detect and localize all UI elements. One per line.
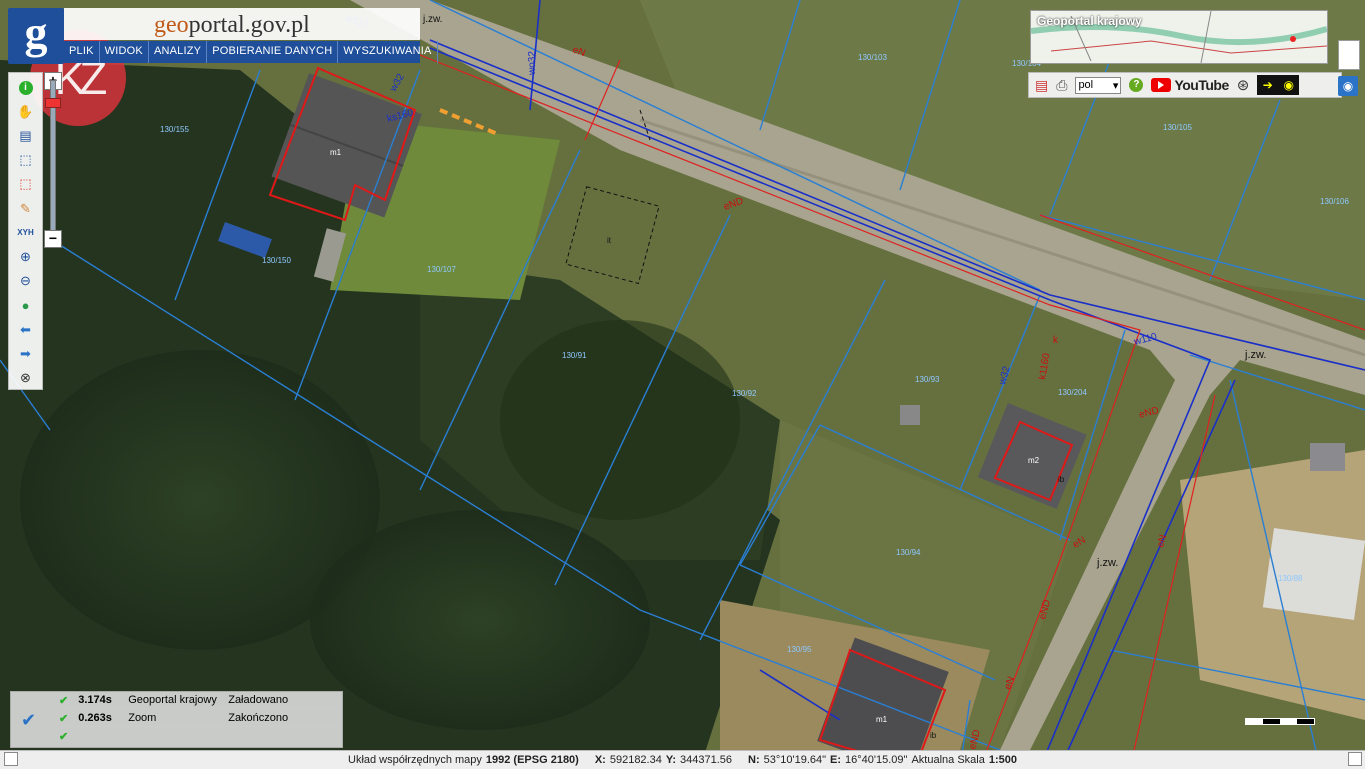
crs-label: Układ współrzędnych mapy: [348, 754, 482, 766]
y-label: Y:: [665, 754, 677, 766]
menu-wyszukiwania[interactable]: WYSZUKIWANIA: [338, 41, 438, 63]
e-value: 16°40'15.09": [845, 754, 908, 766]
zoom-out-icon[interactable]: ⊖: [14, 270, 38, 292]
back-arrow-icon[interactable]: ⬅: [14, 318, 38, 340]
parcel-number: 130/204: [1058, 388, 1087, 397]
x-label: X:: [594, 754, 606, 766]
e-label: E:: [830, 754, 842, 766]
document-icon[interactable]: ▤: [1035, 77, 1048, 94]
map-label-jzw: j.zw.: [1096, 557, 1118, 569]
zoom-minus-button[interactable]: −: [44, 230, 62, 248]
language-select[interactable]: pol ▾: [1075, 76, 1122, 94]
zoom-in-icon[interactable]: ⊕: [14, 246, 38, 268]
zoom-knob[interactable]: [45, 98, 61, 108]
map-label-ib: ib: [930, 731, 937, 740]
pan-hand-icon[interactable]: ✋: [14, 101, 38, 123]
main-menu: PLIK WIDOK ANALIZY POBIERANIE DANYCH WYS…: [64, 41, 438, 63]
parcel-number: 130/88: [1278, 574, 1303, 583]
menu-widok[interactable]: WIDOK: [100, 41, 149, 63]
top-right-tools: ▤ ⎙ pol ▾ ? YouTube ⊛ ➔ ◉: [1028, 72, 1342, 98]
legend-icon[interactable]: ▤: [14, 125, 38, 147]
globe-icon[interactable]: ●: [14, 294, 38, 316]
map-canvas[interactable]: j.zw. j.zw. j.zw. w110 w110 wo32 w32 w32…: [0, 0, 1365, 768]
status-row: ✔ 3.174s Geoportal krajowy Załadowano: [59, 692, 339, 709]
arrow-icon: ➔: [1262, 78, 1273, 92]
status-row: ✔: [59, 728, 339, 744]
status-row: ✔ 0.263s Zoom Zakończono: [59, 710, 339, 727]
collapse-left-button[interactable]: [4, 752, 18, 766]
scale-label: Aktualna Skala: [911, 754, 985, 766]
youtube-icon: [1151, 78, 1172, 92]
parcel-number: 130/105: [1163, 123, 1192, 132]
visibility-eye-button[interactable]: ◉: [1338, 76, 1358, 96]
map-label-jzw: j.zw.: [1244, 349, 1266, 361]
map-label-m2: m2: [1028, 456, 1040, 465]
zoom-slider[interactable]: + −: [44, 72, 62, 248]
parcel-number: 130/106: [1320, 197, 1349, 206]
n-label: N:: [748, 754, 760, 766]
map-label-ib: ib: [1058, 475, 1065, 484]
accessibility-icon[interactable]: ⊛: [1237, 76, 1250, 94]
select-area-icon[interactable]: ⬚: [14, 149, 38, 171]
map-label-jzw: j.zw.: [422, 14, 442, 25]
chevron-down-icon: ▾: [1112, 79, 1119, 92]
parcel-number: 130/95: [787, 645, 812, 654]
map-label-wo32: wo32: [527, 51, 538, 76]
parcel-number: 130/93: [915, 375, 940, 384]
map-label-m1: m1: [330, 148, 342, 157]
parcel-number: 130/94: [896, 548, 921, 557]
menu-analizy[interactable]: ANALIZY: [149, 41, 208, 63]
compass-icon[interactable]: ⊗: [14, 367, 38, 389]
menu-plik[interactable]: PLIK: [64, 41, 100, 63]
scale-value: 1:500: [988, 754, 1017, 766]
check-icon: ✔: [21, 710, 37, 730]
n-value: 53°10'19.64": [763, 754, 827, 766]
parcel-number: 130/91: [562, 351, 587, 360]
collapse-right-button[interactable]: [1348, 752, 1362, 766]
parcel-number: 130/103: [858, 53, 887, 62]
parcel-number: 130/107: [427, 265, 456, 274]
check-icon: ✔: [59, 712, 69, 725]
select-red-icon[interactable]: ⬚: [14, 173, 38, 195]
crs-value: 1992 (EPSG 2180): [485, 754, 579, 766]
brand-text: geoportal.gov.pl: [154, 12, 310, 38]
eye-icon: ◉: [1283, 78, 1294, 92]
y-value: 344371.56: [680, 754, 733, 766]
menu-pobieranie-danych[interactable]: POBIERANIE DANYCH: [207, 41, 339, 63]
coordinates-bar: Układ współrzędnych mapy 1992 (EPSG 2180…: [0, 750, 1365, 769]
parcel-number: 130/92: [732, 389, 757, 398]
left-toolbar: i ✋ ▤ ⬚ ⬚ ✎ XYH ⊕ ⊖ ● ⬅ ➡ ⊗: [8, 72, 43, 390]
youtube-link[interactable]: YouTube: [1151, 77, 1229, 93]
scale-bar: [1245, 718, 1315, 725]
xyh-icon[interactable]: XYH: [14, 222, 38, 244]
geoportal-logo[interactable]: g: [8, 8, 64, 64]
print-icon[interactable]: ⎙: [1056, 77, 1067, 94]
x-value: 592182.34: [609, 754, 662, 766]
map-label-m1: m1: [876, 715, 888, 724]
info-icon[interactable]: i: [18, 81, 33, 95]
contrast-toggle-button[interactable]: ➔ ◉: [1257, 75, 1300, 95]
check-icon: ✔: [59, 694, 69, 707]
brand-header: geoportal.gov.pl: [64, 8, 420, 40]
overview-title: Geoportal krajowy: [1037, 14, 1142, 28]
loading-status-panel: ✔ ✔ 3.174s Geoportal krajowy Załadowano …: [10, 691, 343, 748]
parcel-number: 130/155: [160, 125, 189, 134]
pencil-icon[interactable]: ✎: [14, 198, 38, 220]
check-icon: ✔: [59, 730, 69, 743]
parcel-number: 130/150: [262, 256, 291, 265]
forward-arrow-icon[interactable]: ➡: [14, 343, 38, 365]
help-icon[interactable]: ?: [1129, 78, 1144, 92]
overview-toggle-button[interactable]: [1338, 40, 1360, 70]
